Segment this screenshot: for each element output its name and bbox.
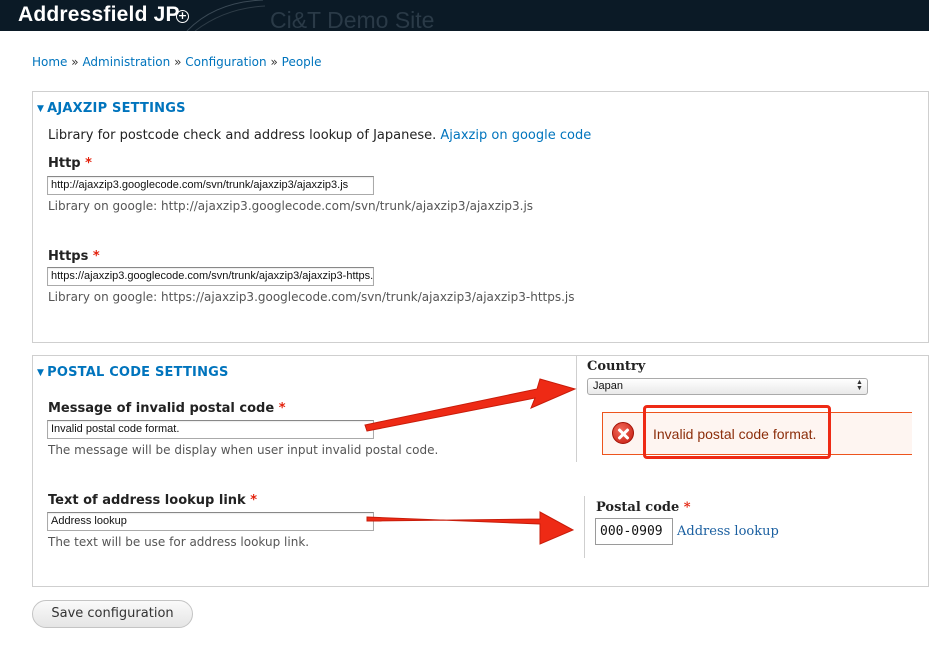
postal-preview-divider bbox=[584, 496, 585, 558]
breadcrumb-separator: » bbox=[71, 55, 79, 69]
breadcrumb-people[interactable]: People bbox=[282, 55, 322, 69]
ajaxzip-intro: Library for postcode check and address l… bbox=[48, 128, 591, 143]
ajaxzip-legend[interactable]: ▼ AJAXZIP SETTINGS bbox=[37, 101, 186, 116]
country-select[interactable]: Japan ▲ ▼ bbox=[587, 378, 868, 395]
background-site-name: Ci&T Demo Site bbox=[270, 7, 435, 31]
swoosh-decoration bbox=[186, 0, 265, 31]
postal-code-label-text: Postal code bbox=[596, 500, 680, 515]
breadcrumb-administration[interactable]: Administration bbox=[82, 55, 170, 69]
ajaxzip-legend-text: AJAXZIP SETTINGS bbox=[47, 101, 186, 116]
add-shortcut-icon[interactable]: + bbox=[176, 10, 189, 23]
lookup-text-description: The text will be use for address lookup … bbox=[48, 535, 310, 549]
breadcrumb: Home » Administration » Configuration » … bbox=[32, 55, 322, 69]
https-label: Https * bbox=[48, 249, 100, 264]
ajaxzip-intro-text: Library for postcode check and address l… bbox=[48, 128, 437, 143]
required-marker: * bbox=[92, 249, 100, 264]
address-lookup-link[interactable]: Address lookup bbox=[677, 524, 779, 539]
http-label: Http * bbox=[48, 156, 92, 171]
postal-code-legend[interactable]: ▼ POSTAL CODE SETTINGS bbox=[37, 365, 229, 380]
https-label-text: Https bbox=[48, 249, 89, 264]
required-marker: * bbox=[85, 156, 92, 171]
invalid-message-label-text: Message of invalid postal code bbox=[48, 401, 275, 416]
ajaxzip-google-code-link[interactable]: Ajaxzip on google code bbox=[440, 128, 591, 143]
https-description: Library on google: https://ajaxzip3.goog… bbox=[48, 290, 575, 304]
country-select-value: Japan bbox=[593, 380, 623, 392]
updown-arrows-icon: ▲ ▼ bbox=[856, 379, 863, 392]
required-marker: * bbox=[683, 500, 691, 515]
required-marker: * bbox=[250, 493, 258, 508]
error-highlight-frame bbox=[643, 405, 831, 459]
http-label-text: Http bbox=[48, 156, 81, 171]
save-configuration-button[interactable]: Save configuration bbox=[32, 600, 193, 628]
invalid-message-label: Message of invalid postal code * bbox=[48, 401, 286, 416]
triangle-down-icon: ▼ bbox=[37, 104, 45, 114]
error-x-icon bbox=[612, 422, 634, 444]
site-header: Ci&T Demo Site Addressfield JP + bbox=[0, 0, 929, 31]
breadcrumb-home[interactable]: Home bbox=[32, 55, 67, 69]
breadcrumb-separator: » bbox=[270, 55, 278, 69]
lookup-text-label: Text of address lookup link * bbox=[48, 493, 257, 508]
lookup-text-label-text: Text of address lookup link bbox=[48, 493, 246, 508]
postal-code-label: Postal code * bbox=[596, 500, 691, 515]
site-name[interactable]: Addressfield JP bbox=[18, 3, 180, 27]
invalid-message-description: The message will be display when user in… bbox=[48, 443, 439, 457]
breadcrumb-separator: » bbox=[174, 55, 182, 69]
invalid-message-field[interactable]: Invalid postal code format. bbox=[47, 420, 374, 439]
http-field[interactable]: http://ajaxzip3.googlecode.com/svn/trunk… bbox=[47, 176, 374, 195]
preview-divider bbox=[576, 356, 577, 462]
http-description: Library on google: http://ajaxzip3.googl… bbox=[48, 199, 534, 213]
breadcrumb-configuration[interactable]: Configuration bbox=[185, 55, 266, 69]
postal-code-input[interactable]: 000-0909 bbox=[595, 518, 673, 545]
https-field[interactable]: https://ajaxzip3.googlecode.com/svn/trun… bbox=[47, 267, 374, 286]
required-marker: * bbox=[278, 401, 286, 416]
postal-code-legend-text: POSTAL CODE SETTINGS bbox=[47, 365, 229, 380]
lookup-text-field[interactable]: Address lookup bbox=[47, 512, 374, 531]
triangle-down-icon: ▼ bbox=[37, 368, 45, 378]
country-label: Country bbox=[587, 359, 646, 374]
